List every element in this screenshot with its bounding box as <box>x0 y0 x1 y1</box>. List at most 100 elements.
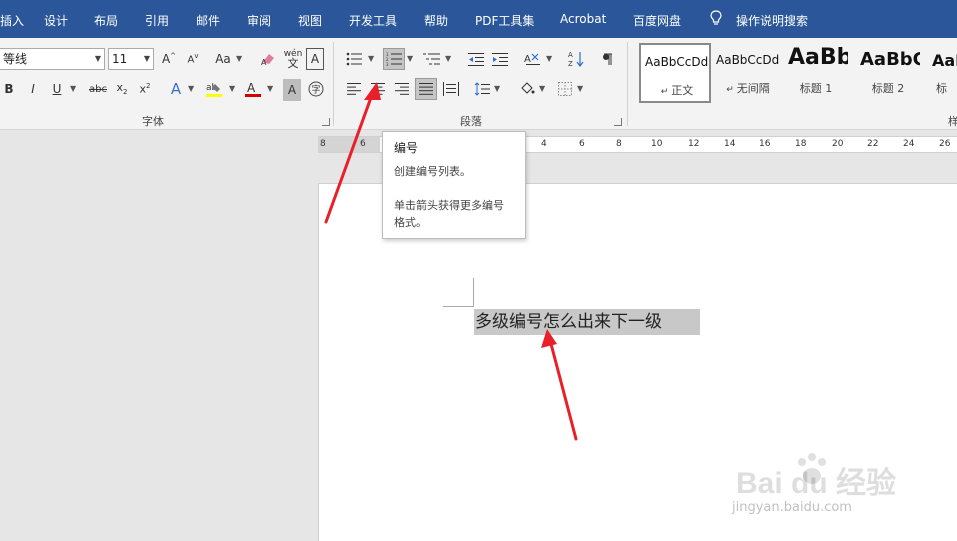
svg-text:3: 3 <box>386 62 389 66</box>
ruler-tick: 4 <box>541 139 547 149</box>
font-size-combo[interactable]: 11 ▼ <box>108 48 154 70</box>
character-shading-button[interactable]: A <box>283 79 301 101</box>
tab-review[interactable]: 审阅 <box>247 12 271 29</box>
justify-icon <box>419 83 433 95</box>
watermark-url: jingyan.baidu.com <box>732 500 852 515</box>
tab-pdf-tools[interactable]: PDF工具集 <box>475 12 534 29</box>
paragraph-dialog-launcher-icon[interactable] <box>614 118 622 126</box>
font-dialog-launcher-icon[interactable] <box>322 118 330 126</box>
text-effects-button[interactable]: A <box>166 78 186 100</box>
bold-button[interactable]: B <box>2 78 16 100</box>
character-border-icon: A <box>310 52 320 66</box>
eraser-icon: A <box>261 54 274 66</box>
chevron-down-icon[interactable]: ▼ <box>577 84 583 93</box>
subscript-button[interactable]: x2 <box>113 78 131 100</box>
enclose-characters-button[interactable]: 字 <box>306 78 326 100</box>
shrink-font-button[interactable]: Av <box>184 48 202 70</box>
style-no-spacing[interactable]: AaBbCcDd ↵ 无间隔 <box>712 43 784 103</box>
underline-icon: U <box>52 82 62 96</box>
tab-help[interactable]: 帮助 <box>424 12 448 29</box>
chevron-down-icon[interactable]: ▼ <box>539 84 545 93</box>
superscript-button[interactable]: x2 <box>136 78 154 100</box>
chevron-down-icon[interactable]: ▼ <box>445 54 451 63</box>
tab-references[interactable]: 引用 <box>145 12 169 29</box>
chevron-down-icon[interactable]: ▼ <box>494 84 500 93</box>
tooltip-hint: 格式。 <box>394 216 427 229</box>
style-title[interactable]: AaB 标 <box>928 43 957 103</box>
ruler-tick: 20 <box>832 139 844 149</box>
sort-button[interactable]: AZ <box>566 48 586 70</box>
baidu-jingyan-watermark: Bai du 经验 jingyan.baidu.com <box>732 453 957 538</box>
font-color-button[interactable]: A <box>243 78 263 100</box>
group-divider <box>333 42 334 126</box>
paragraph-group-label: 段落 <box>460 115 482 128</box>
phonetic-guide-button[interactable]: wén 文 <box>283 48 303 70</box>
show-marks-button[interactable] <box>598 48 616 70</box>
decrease-indent-button[interactable] <box>466 48 486 70</box>
tell-me-search[interactable]: 操作说明搜索 <box>736 12 808 29</box>
numbering-button[interactable]: 123 <box>383 48 405 70</box>
chevron-down-icon[interactable]: ▼ <box>546 54 552 63</box>
tab-view[interactable]: 视图 <box>298 12 322 29</box>
phonetic-guide-icon: 文 <box>287 57 299 70</box>
bullets-button[interactable] <box>344 48 364 70</box>
strikethrough-icon: abc <box>89 83 107 95</box>
asian-layout-icon: A <box>524 53 540 65</box>
chevron-down-icon[interactable]: ▼ <box>236 54 242 63</box>
shading-button[interactable] <box>517 78 537 100</box>
style-sample: AaBbC <box>860 49 920 70</box>
underline-button[interactable]: U <box>50 78 64 100</box>
chevron-down-icon[interactable]: ▼ <box>95 49 101 69</box>
chevron-down-icon[interactable]: ▼ <box>144 49 150 69</box>
style-sample: AaB <box>932 51 957 70</box>
chevron-down-icon[interactable]: ▼ <box>407 54 413 63</box>
clear-formatting-button[interactable]: A <box>259 48 279 70</box>
align-center-button[interactable] <box>369 78 387 100</box>
borders-button[interactable] <box>555 78 575 100</box>
tab-design[interactable]: 设计 <box>44 12 68 29</box>
tab-baidu-netdisk[interactable]: 百度网盘 <box>633 12 681 29</box>
chevron-down-icon[interactable]: ▼ <box>368 54 374 63</box>
selected-document-text[interactable]: 多级编号怎么出来下一级 <box>474 309 700 335</box>
tooltip-hint: 单击箭头获得更多编号 <box>394 199 504 212</box>
change-case-button[interactable]: Aa <box>212 48 234 70</box>
ruler-tick: 24 <box>903 139 915 149</box>
tab-mailings[interactable]: 邮件 <box>196 12 220 29</box>
align-right-button[interactable] <box>393 78 411 100</box>
highlighter-icon: ab <box>206 83 222 97</box>
character-border-button[interactable]: A <box>306 48 324 70</box>
chevron-down-icon[interactable]: ▼ <box>188 84 194 93</box>
tab-insert[interactable]: 插入 <box>0 12 24 29</box>
font-name-combo[interactable]: 等线 ▼ <box>0 48 105 70</box>
multilevel-list-button[interactable] <box>421 48 443 70</box>
ruler-tick: 8 <box>320 139 326 149</box>
style-normal[interactable]: AaBbCcDd ↵ 正文 <box>639 43 711 103</box>
chevron-down-icon[interactable]: ▼ <box>267 84 273 93</box>
chevron-down-icon[interactable]: ▼ <box>229 84 235 93</box>
align-left-button[interactable] <box>345 78 363 100</box>
tab-developer[interactable]: 开发工具 <box>349 12 397 29</box>
bold-icon: B <box>4 82 14 96</box>
distributed-button[interactable] <box>441 78 461 100</box>
change-case-icon: Aa <box>215 52 231 66</box>
grow-font-button[interactable]: A^ <box>160 48 178 70</box>
highlight-button[interactable]: ab <box>203 78 225 100</box>
group-divider <box>627 42 628 126</box>
justify-button[interactable] <box>415 78 437 100</box>
tab-acrobat[interactable]: Acrobat <box>560 12 606 26</box>
style-name: 标题 2 <box>871 82 905 95</box>
tab-layout[interactable]: 布局 <box>94 12 118 29</box>
style-heading-1[interactable]: AaBb 标题 1 <box>784 43 848 103</box>
chevron-down-icon[interactable]: ▼ <box>70 84 76 93</box>
asian-layout-button[interactable]: A <box>522 48 544 70</box>
margin-corner-mark <box>443 306 474 307</box>
bullet-list-icon <box>346 52 362 66</box>
ruler-tick: 10 <box>651 139 663 149</box>
line-spacing-button[interactable] <box>472 78 492 100</box>
subscript-icon: x2 <box>116 81 128 97</box>
style-heading-2[interactable]: AaBbC 标题 2 <box>856 43 920 103</box>
strikethrough-button[interactable]: abc <box>87 78 109 100</box>
italic-button[interactable]: I <box>26 78 40 100</box>
increase-indent-button[interactable] <box>490 48 510 70</box>
styles-group-label: 样 <box>948 115 957 128</box>
